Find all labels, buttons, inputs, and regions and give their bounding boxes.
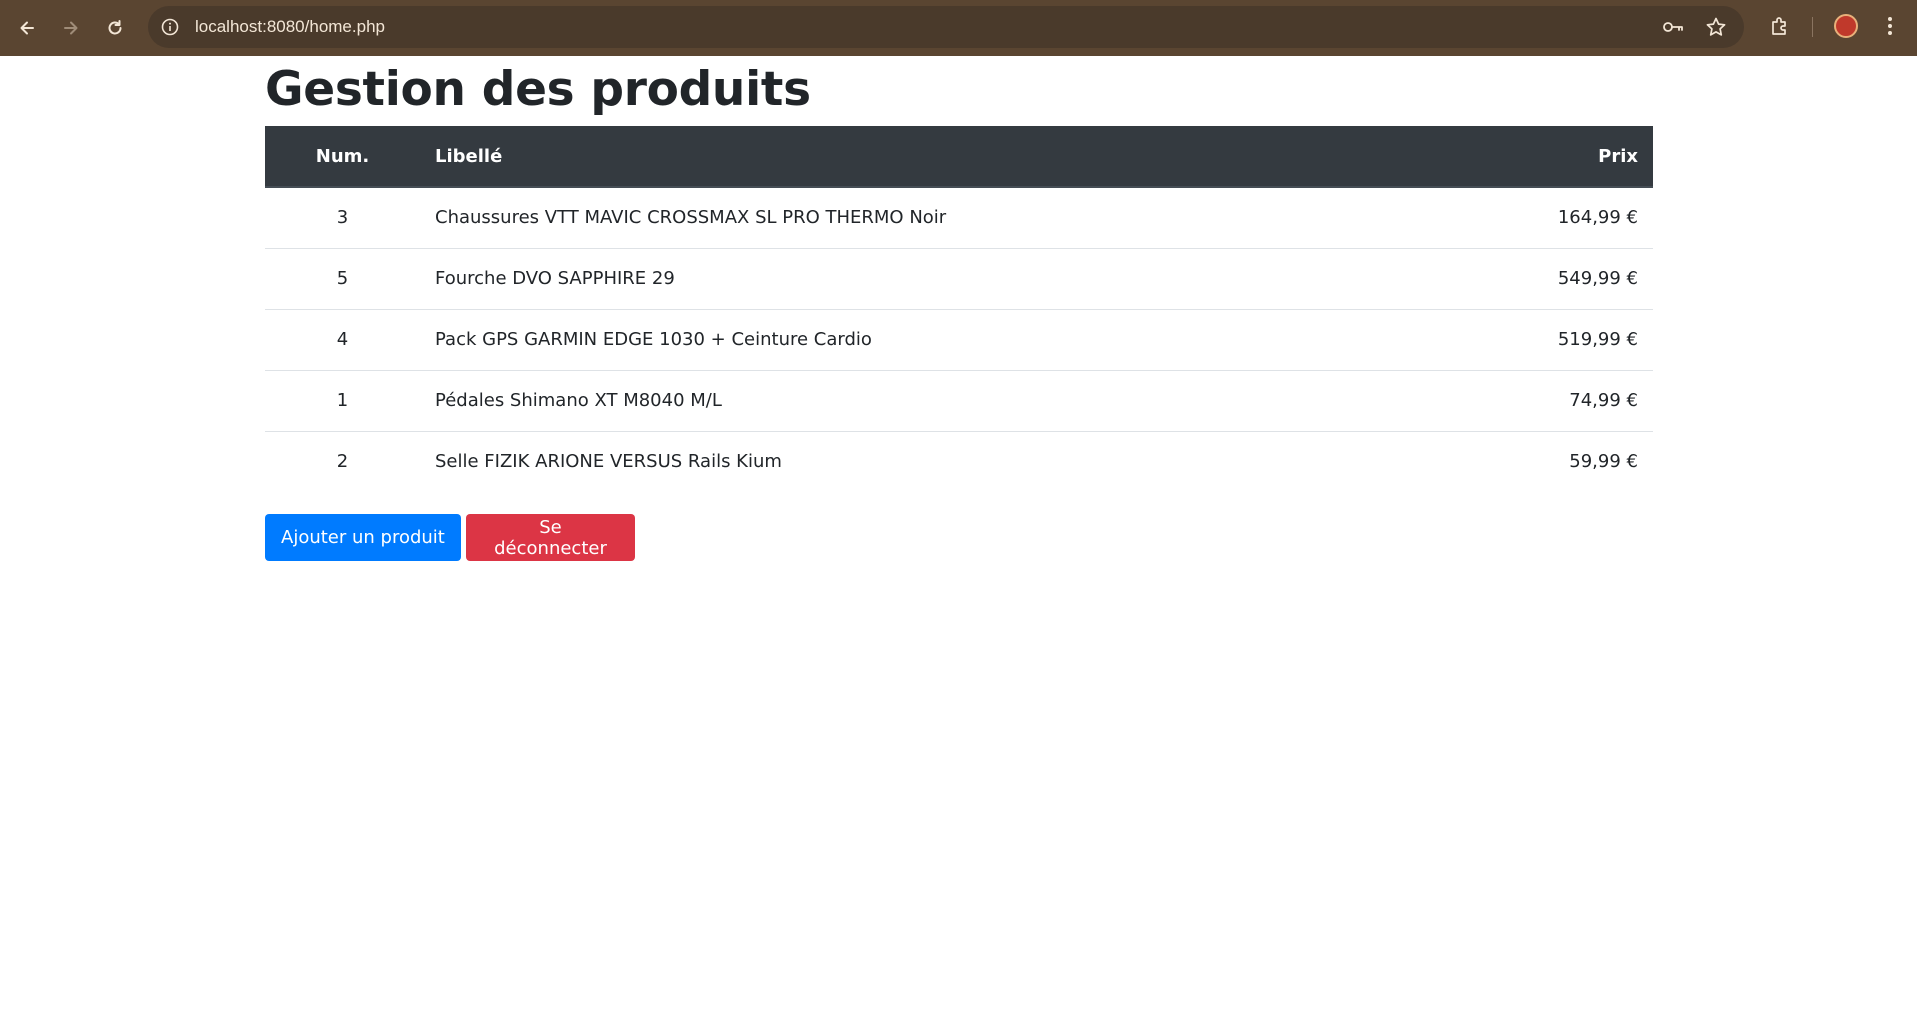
cell-prix: 519,99 € (1557, 329, 1638, 350)
table-row: 3 Chaussures VTT MAVIC CROSSMAX SL PRO T… (265, 187, 1653, 248)
page-title: Gestion des produits (265, 62, 811, 117)
address-bar[interactable]: localhost:8080/home.php (148, 6, 1744, 48)
cell-num: 1 (336, 390, 349, 411)
bookmark-star-icon[interactable] (1705, 16, 1727, 38)
action-buttons: Ajouter un produit Se déconnecter (265, 514, 1653, 561)
table-row: 2 Selle FIZIK ARIONE VERSUS Rails Kium 5… (265, 431, 1653, 492)
password-key-icon[interactable] (1662, 17, 1684, 37)
table-row: 1 Pédales Shimano XT M8040 M/L 74,99 € (265, 370, 1653, 431)
table-row: 5 Fourche DVO SAPPHIRE 29 549,99 € (265, 248, 1653, 309)
reload-icon[interactable] (101, 14, 129, 42)
cell-num: 4 (336, 329, 349, 350)
products-table: Num. Libellé Prix 3 Chaussures VTT MAVIC… (265, 126, 1653, 492)
cell-num: 2 (336, 451, 349, 473)
cell-prix: 549,99 € (1557, 268, 1638, 289)
cell-libelle: Pack GPS GARMIN EDGE 1030 + Ceinture Car… (435, 329, 872, 350)
cell-prix: 74,99 € (1569, 390, 1638, 411)
cell-libelle: Selle FIZIK ARIONE VERSUS Rails Kium (435, 451, 782, 473)
url-text[interactable]: localhost:8080/home.php (195, 17, 385, 37)
more-menu-icon[interactable] (1886, 15, 1894, 37)
table-header-row: Num. Libellé Prix (265, 126, 1653, 188)
column-header-prix: Prix (1444, 126, 1653, 188)
extensions-icon[interactable] (1769, 15, 1791, 37)
forward-arrow-icon[interactable] (57, 14, 85, 42)
cell-num: 3 (336, 207, 349, 229)
toolbar-divider (1812, 17, 1813, 37)
column-header-libelle: Libellé (420, 126, 1445, 188)
column-header-num: Num. (265, 126, 420, 188)
main-container: Gestion des produits Num. Libellé Prix 3… (265, 56, 1653, 561)
cell-prix: 59,99 € (1569, 451, 1638, 473)
back-arrow-icon[interactable] (13, 14, 41, 42)
cell-prix: 164,99 € (1557, 207, 1638, 229)
cell-libelle: Chaussures VTT MAVIC CROSSMAX SL PRO THE… (435, 207, 947, 229)
logout-button[interactable]: Se déconnecter (466, 514, 635, 561)
browser-toolbar: localhost:8080/home.php (0, 0, 1917, 56)
cell-libelle: Fourche DVO SAPPHIRE 29 (435, 268, 675, 289)
cell-num: 5 (336, 268, 349, 289)
table-row: 4 Pack GPS GARMIN EDGE 1030 + Ceinture C… (265, 309, 1653, 370)
profile-avatar-icon[interactable] (1834, 14, 1858, 38)
site-info-icon[interactable] (160, 17, 180, 37)
cell-libelle: Pédales Shimano XT M8040 M/L (435, 390, 722, 411)
add-product-button[interactable]: Ajouter un produit (265, 514, 461, 561)
